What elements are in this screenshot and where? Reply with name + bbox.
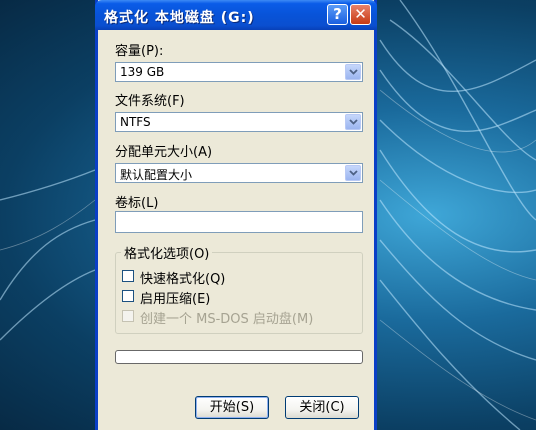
chevron-down-icon[interactable]: [345, 114, 361, 130]
dialog-title: 格式化 本地磁盘 (G:): [104, 10, 255, 26]
capacity-select[interactable]: 139 GB: [115, 62, 363, 82]
allocation-value: 默认配置大小: [120, 168, 193, 182]
filesystem-label: 文件系统(F): [115, 94, 185, 109]
capacity-label: 容量(P):: [115, 44, 164, 59]
capacity-value: 139 GB: [120, 65, 165, 79]
filesystem-value: NTFS: [120, 115, 151, 129]
chevron-down-icon[interactable]: [345, 165, 361, 181]
compression-checkbox[interactable]: [122, 290, 134, 302]
msdos-startup-label: 创建一个 MS-DOS 启动盘(M): [140, 312, 314, 327]
close-icon[interactable]: ✕: [350, 4, 371, 25]
allocation-select[interactable]: 默认配置大小: [115, 163, 363, 183]
quick-format-label: 快速格式化(Q): [140, 272, 226, 287]
volume-label-input[interactable]: [115, 211, 363, 233]
start-button[interactable]: 开始(S): [195, 396, 269, 419]
quick-format-checkbox[interactable]: [122, 270, 134, 282]
title-bar[interactable]: 格式化 本地磁盘 (G:) ? ✕: [95, 0, 377, 30]
filesystem-select[interactable]: NTFS: [115, 112, 363, 132]
allocation-label: 分配单元大小(A): [115, 145, 213, 160]
format-dialog: 格式化 本地磁盘 (G:) ? ✕ 容量(P): 139 GB 文件系统(F) …: [95, 0, 377, 430]
format-progress-bar: [115, 350, 363, 364]
compression-label: 启用压缩(E): [140, 292, 211, 307]
format-options-title: 格式化选项(O): [121, 243, 213, 262]
close-button[interactable]: 关闭(C): [285, 396, 359, 419]
help-icon[interactable]: ?: [327, 4, 348, 25]
msdos-startup-checkbox: [122, 310, 134, 322]
volume-label-label: 卷标(L): [115, 196, 159, 211]
chevron-down-icon[interactable]: [345, 64, 361, 80]
